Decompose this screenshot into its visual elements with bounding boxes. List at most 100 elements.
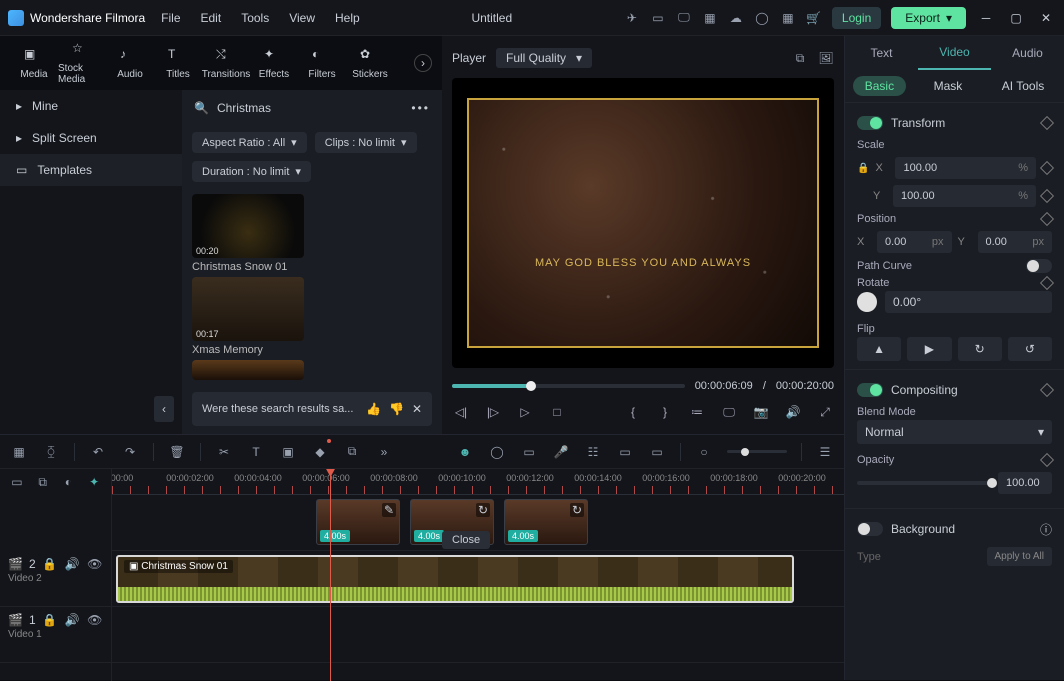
- mic-icon[interactable]: 🎤: [552, 443, 570, 461]
- close-icon[interactable]: ✕: [412, 402, 422, 416]
- back-button[interactable]: ‹: [154, 396, 174, 422]
- main-clip[interactable]: ▣ Christmas Snow 01: [116, 555, 794, 603]
- keyframe-diamond[interactable]: [1040, 276, 1054, 290]
- path-curve-toggle[interactable]: [1026, 259, 1052, 273]
- scale-y-input[interactable]: 100.00%: [893, 185, 1036, 207]
- flip-v-button[interactable]: ▶: [907, 337, 951, 361]
- template-thumb[interactable]: [192, 360, 304, 380]
- lock-icon[interactable]: 🔒: [42, 611, 58, 629]
- close-popup[interactable]: Close: [442, 531, 490, 549]
- zoom-slider[interactable]: [727, 450, 787, 453]
- minimize-button[interactable]: ─: [976, 8, 996, 28]
- mute-icon[interactable]: 🔊: [64, 611, 80, 629]
- cloud-icon[interactable]: ☁: [728, 10, 744, 26]
- menu-help[interactable]: Help: [335, 11, 360, 25]
- volume-icon[interactable]: 🔊: [784, 403, 802, 421]
- render-icon[interactable]: ▭: [520, 443, 538, 461]
- tab-filters[interactable]: ◐Filters: [298, 47, 346, 80]
- screen-icon[interactable]: 🖵: [720, 403, 738, 421]
- subtab-mask[interactable]: Mask: [922, 76, 975, 96]
- search-input[interactable]: [217, 101, 403, 115]
- headphone-icon[interactable]: ◯: [754, 10, 770, 26]
- tab-stock[interactable]: ☆Stock Media: [58, 41, 106, 85]
- menu-edit[interactable]: Edit: [201, 11, 222, 25]
- stop-button[interactable]: □: [548, 403, 566, 421]
- tab-stickers[interactable]: ✿Stickers: [346, 47, 394, 80]
- template-thumb[interactable]: 00:17 Xmas Memory: [192, 277, 304, 356]
- video-track-1[interactable]: [112, 607, 844, 663]
- timeline-ruler[interactable]: 00:00 00:00:02:00 00:00:04:00 00:00:06:0…: [112, 469, 844, 495]
- scale-x-input[interactable]: 100.00%: [895, 157, 1036, 179]
- delete-button[interactable]: 🗑: [168, 443, 186, 461]
- keyframe-diamond[interactable]: [1040, 212, 1054, 226]
- maximize-button[interactable]: ▢: [1006, 8, 1026, 28]
- marker-icon[interactable]: ▭: [616, 443, 634, 461]
- lock-icon[interactable]: 🔒: [42, 555, 58, 573]
- eye-icon[interactable]: 👁: [87, 611, 103, 629]
- grid-icon[interactable]: ▦: [780, 10, 796, 26]
- magnet-icon[interactable]: ⧲: [42, 443, 60, 461]
- tab-media[interactable]: ▣Media: [10, 47, 58, 80]
- tab-transitions[interactable]: ⤭Transitions: [202, 47, 250, 80]
- cart-icon[interactable]: 🛒: [806, 10, 822, 26]
- pos-y-input[interactable]: 0.00px: [978, 231, 1053, 253]
- snapshot-icon[interactable]: 📷: [752, 403, 770, 421]
- filter-clips[interactable]: Clips : No limit▾: [315, 132, 417, 153]
- keyframe-diamond[interactable]: [1040, 383, 1054, 397]
- lock-icon[interactable]: 🔒: [857, 163, 869, 174]
- sidebar-item-templates[interactable]: ▭Templates: [0, 154, 182, 186]
- close-button[interactable]: ✕: [1036, 8, 1056, 28]
- undo-button[interactable]: ↶: [89, 443, 107, 461]
- export-button[interactable]: Export▾: [891, 7, 966, 29]
- next-frame-button[interactable]: |▷: [484, 403, 502, 421]
- sidebar-item-mine[interactable]: ▸Mine: [0, 90, 182, 122]
- tabs-scroll-right[interactable]: ›: [414, 54, 432, 72]
- apply-all-button[interactable]: Apply to All: [987, 547, 1052, 566]
- mute-icon[interactable]: 🔊: [64, 555, 80, 573]
- menu-tools[interactable]: Tools: [241, 11, 269, 25]
- split-button[interactable]: ✂: [215, 443, 233, 461]
- auto-ripple-icon[interactable]: ✦: [85, 473, 103, 491]
- video-track-2[interactable]: ▣ Christmas Snow 01 Close: [112, 551, 844, 607]
- compositing-toggle[interactable]: [857, 383, 883, 397]
- menu-file[interactable]: File: [161, 11, 180, 25]
- send-icon[interactable]: ✈: [624, 10, 640, 26]
- filter-aspect[interactable]: Aspect Ratio : All▾: [192, 132, 307, 153]
- login-button[interactable]: Login: [832, 7, 881, 29]
- monitor-icon[interactable]: 🖵: [676, 10, 692, 26]
- adjust-icon[interactable]: ▭: [8, 473, 26, 491]
- play-button[interactable]: ▷: [516, 403, 534, 421]
- subtab-ai[interactable]: AI Tools: [990, 76, 1056, 96]
- flip-h-button[interactable]: ▲: [857, 337, 901, 361]
- snapshot-preview-icon[interactable]: 🖼: [818, 50, 834, 66]
- keyframe-diamond[interactable]: [1040, 161, 1054, 175]
- mark-in-button[interactable]: {: [624, 403, 642, 421]
- playhead[interactable]: [330, 469, 331, 681]
- link-tracks-icon[interactable]: ⧉: [34, 473, 52, 491]
- fullscreen-icon[interactable]: ⤢: [816, 403, 834, 421]
- pos-x-input[interactable]: 0.00px: [877, 231, 952, 253]
- quality-select[interactable]: Full Quality▾: [496, 48, 592, 68]
- background-toggle[interactable]: [857, 522, 883, 536]
- timeline-clip[interactable]: 4.00s✎: [316, 499, 400, 545]
- insp-tab-audio[interactable]: Audio: [991, 36, 1064, 70]
- layout-icon[interactable]: ▦: [702, 10, 718, 26]
- subtab-basic[interactable]: Basic: [853, 76, 906, 96]
- text-button[interactable]: T: [247, 443, 265, 461]
- thumbs-down-icon[interactable]: 👎: [389, 402, 404, 416]
- compare-icon[interactable]: ⧉: [792, 50, 808, 66]
- blend-mode-select[interactable]: Normal▾: [857, 420, 1052, 444]
- rotate-ccw-button[interactable]: ↺: [1008, 337, 1052, 361]
- grid-icon[interactable]: ▦: [10, 443, 28, 461]
- opacity-input[interactable]: 100.00: [998, 472, 1052, 494]
- insp-tab-text[interactable]: Text: [845, 36, 918, 70]
- rotate-dial[interactable]: [857, 292, 877, 312]
- tab-audio[interactable]: ♪Audio: [106, 47, 154, 80]
- tab-effects[interactable]: ✦Effects: [250, 47, 298, 80]
- keyframe-button[interactable]: ◆: [311, 443, 329, 461]
- mark-out-button[interactable]: }: [656, 403, 674, 421]
- transform-toggle[interactable]: [857, 116, 883, 130]
- video-preview[interactable]: MAY GOD BLESS YOU AND ALWAYS: [452, 78, 834, 368]
- opacity-slider[interactable]: [857, 481, 992, 485]
- menu-view[interactable]: View: [289, 11, 315, 25]
